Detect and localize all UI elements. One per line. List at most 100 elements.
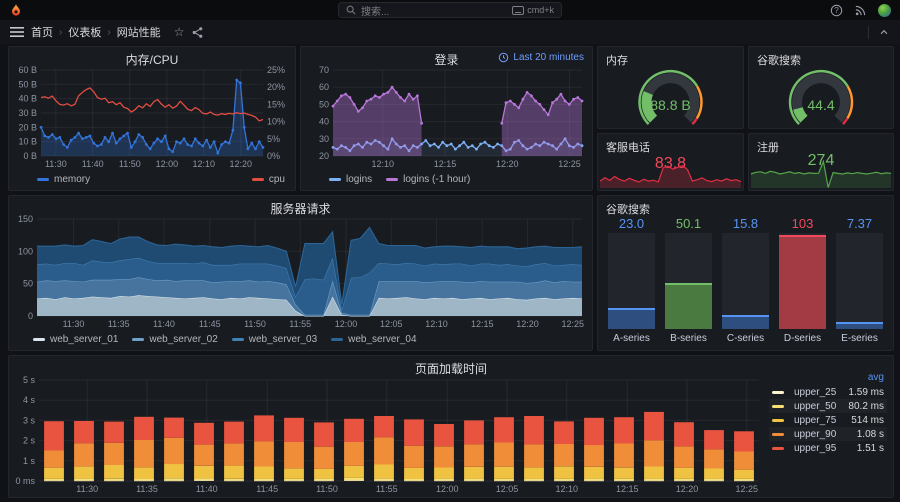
legend-swatch <box>772 419 784 422</box>
svg-text:11:35: 11:35 <box>108 319 130 329</box>
gauge-value: 88.8 B <box>598 97 743 113</box>
search-icon <box>346 5 356 15</box>
news-icon[interactable] <box>854 4 867 17</box>
legend-swatch <box>329 178 341 181</box>
memory-cpu-chart[interactable]: 0 B10 B20 B30 B40 B50 B60 B0%5%10%15%20%… <box>11 65 293 170</box>
panel-page-load-time: 页面加载时间 0 ms1 s2 s3 s4 s5 s11:3011:3511:4… <box>8 355 894 498</box>
grafana-logo[interactable] <box>9 3 23 17</box>
svg-text:11:30: 11:30 <box>76 484 98 494</box>
legend-item-upper-50[interactable]: upper_5080.2 ms <box>769 399 887 413</box>
bar-track <box>665 233 712 329</box>
collapse-chevron-icon[interactable] <box>878 27 890 37</box>
keyboard-icon <box>512 6 524 15</box>
legend-item-memory[interactable]: memory <box>37 174 90 185</box>
svg-text:11:55: 11:55 <box>289 319 311 329</box>
svg-text:11:45: 11:45 <box>256 484 278 494</box>
bar-fill <box>722 315 769 329</box>
legend-item-web-server-03[interactable]: web_server_03 <box>232 334 317 345</box>
legend-item-upper-25[interactable]: upper_251.59 ms <box>769 385 887 399</box>
legend-label: web_server_03 <box>249 334 317 345</box>
panel-memory-gauge: 内存 88.8 B <box>597 46 744 129</box>
legend-label: logins (-1 hour) <box>403 174 470 185</box>
bar-fill <box>608 308 655 329</box>
google-searches-bar-gauge[interactable]: 23.0 A-series 50.1 B-series 15.8 C-serie… <box>608 216 883 345</box>
legend-label: upper_90 <box>794 429 836 440</box>
breadcrumb-home[interactable]: 首页 <box>31 24 53 40</box>
legend-value: 80.2 ms <box>848 401 884 412</box>
time-range-override: Last 20 minutes <box>498 52 584 63</box>
legend-item-cpu[interactable]: cpu <box>252 174 285 185</box>
svg-text:30: 30 <box>319 134 329 144</box>
legend-value: 514 ms <box>851 415 884 426</box>
bar-gauge-column: 23.0 A-series <box>608 216 655 345</box>
search-input[interactable]: 搜索... cmd+k <box>338 2 562 18</box>
svg-text:40: 40 <box>319 117 329 127</box>
legend-item-web-server-04[interactable]: web_server_04 <box>331 334 416 345</box>
panel-support-calls: 客服电话 83.8 <box>597 133 744 191</box>
svg-text:0%: 0% <box>267 151 280 161</box>
svg-text:12:15: 12:15 <box>616 484 639 494</box>
panel-title[interactable]: 谷歌搜索 <box>606 201 650 217</box>
bar-value: 7.37 <box>836 216 883 233</box>
legend-item-upper-95[interactable]: upper_951.51 s <box>769 441 887 455</box>
svg-text:60: 60 <box>319 82 329 92</box>
svg-text:11:50: 11:50 <box>316 484 338 494</box>
legend-label: web_server_04 <box>348 334 416 345</box>
breadcrumb-separator: › <box>107 27 110 38</box>
breadcrumb-current[interactable]: 网站性能 <box>117 24 161 40</box>
svg-text:10 B: 10 B <box>18 137 37 147</box>
svg-text:0: 0 <box>28 311 33 321</box>
svg-text:50: 50 <box>319 99 329 109</box>
svg-text:12:25: 12:25 <box>735 484 758 494</box>
help-icon[interactable]: ? <box>830 4 843 17</box>
legend-item-logins-1h[interactable]: logins (-1 hour) <box>386 174 470 185</box>
search-placeholder: 搜索... <box>361 3 389 18</box>
logins-chart[interactable]: 20304050607012:1012:1512:2012:25 <box>303 65 590 170</box>
legend-item-web-server-02[interactable]: web_server_02 <box>132 334 217 345</box>
svg-text:12:20: 12:20 <box>230 159 253 169</box>
breadcrumb-dashboards[interactable]: 仪表板 <box>68 24 101 40</box>
breadcrumb: 首页 › 仪表板 › 网站性能 <box>31 24 161 40</box>
gauge-value: 44.4 <box>749 97 893 113</box>
top-nav: 搜索... cmd+k ? <box>0 0 900 20</box>
panel-google-searches: 谷歌搜索 23.0 A-series 50.1 B-series 15.8 C-… <box>597 195 894 351</box>
legend-swatch <box>331 338 343 341</box>
legend: logins logins (-1 hour) <box>301 172 592 187</box>
page-load-chart[interactable]: 0 ms1 s2 s3 s4 s5 s11:3011:3511:4011:451… <box>11 374 765 495</box>
menu-icon[interactable] <box>10 26 24 38</box>
legend-item-upper-75[interactable]: upper_75 514 ms <box>769 413 887 427</box>
server-requests-chart[interactable]: 05010015011:3011:3511:4011:4511:5011:551… <box>11 214 590 330</box>
bar-fill <box>836 322 883 329</box>
avatar[interactable] <box>878 4 891 17</box>
svg-text:12:10: 12:10 <box>425 319 448 329</box>
legend-label: upper_75 <box>794 415 836 426</box>
svg-text:11:30: 11:30 <box>45 159 67 169</box>
legend-swatch <box>232 338 244 341</box>
star-icon[interactable]: ☆ <box>174 26 185 38</box>
nav-right: ? <box>830 4 891 17</box>
legend-item-logins[interactable]: logins <box>329 174 372 185</box>
legend-label: memory <box>54 174 90 185</box>
panel-title[interactable]: 客服电话 <box>606 139 650 155</box>
bar-track <box>836 233 883 329</box>
svg-text:25%: 25% <box>267 65 285 75</box>
svg-text:10%: 10% <box>267 117 285 127</box>
legend-label: cpu <box>269 174 285 185</box>
share-icon[interactable] <box>191 26 204 39</box>
bar-value: 15.8 <box>722 216 769 233</box>
legend-label: web_server_02 <box>149 334 217 345</box>
svg-text:11:40: 11:40 <box>153 319 175 329</box>
bar-gauge-column: 103 D-series <box>779 216 826 345</box>
svg-text:11:50: 11:50 <box>119 159 141 169</box>
legend-item-upper-90[interactable]: upper_901.08 s <box>769 427 887 441</box>
bar-gauge-column: 50.1 B-series <box>665 216 712 345</box>
bar-label: B-series <box>665 329 712 345</box>
legend-item-web-server-01[interactable]: web_server_01 <box>33 334 118 345</box>
bar-fill <box>665 283 712 329</box>
bar-track <box>779 233 826 329</box>
svg-text:12:25: 12:25 <box>561 319 584 329</box>
svg-text:11:55: 11:55 <box>376 484 398 494</box>
svg-text:12:20: 12:20 <box>496 159 519 169</box>
svg-text:1 s: 1 s <box>23 456 36 466</box>
legend-avg-header[interactable]: avg <box>769 372 887 385</box>
